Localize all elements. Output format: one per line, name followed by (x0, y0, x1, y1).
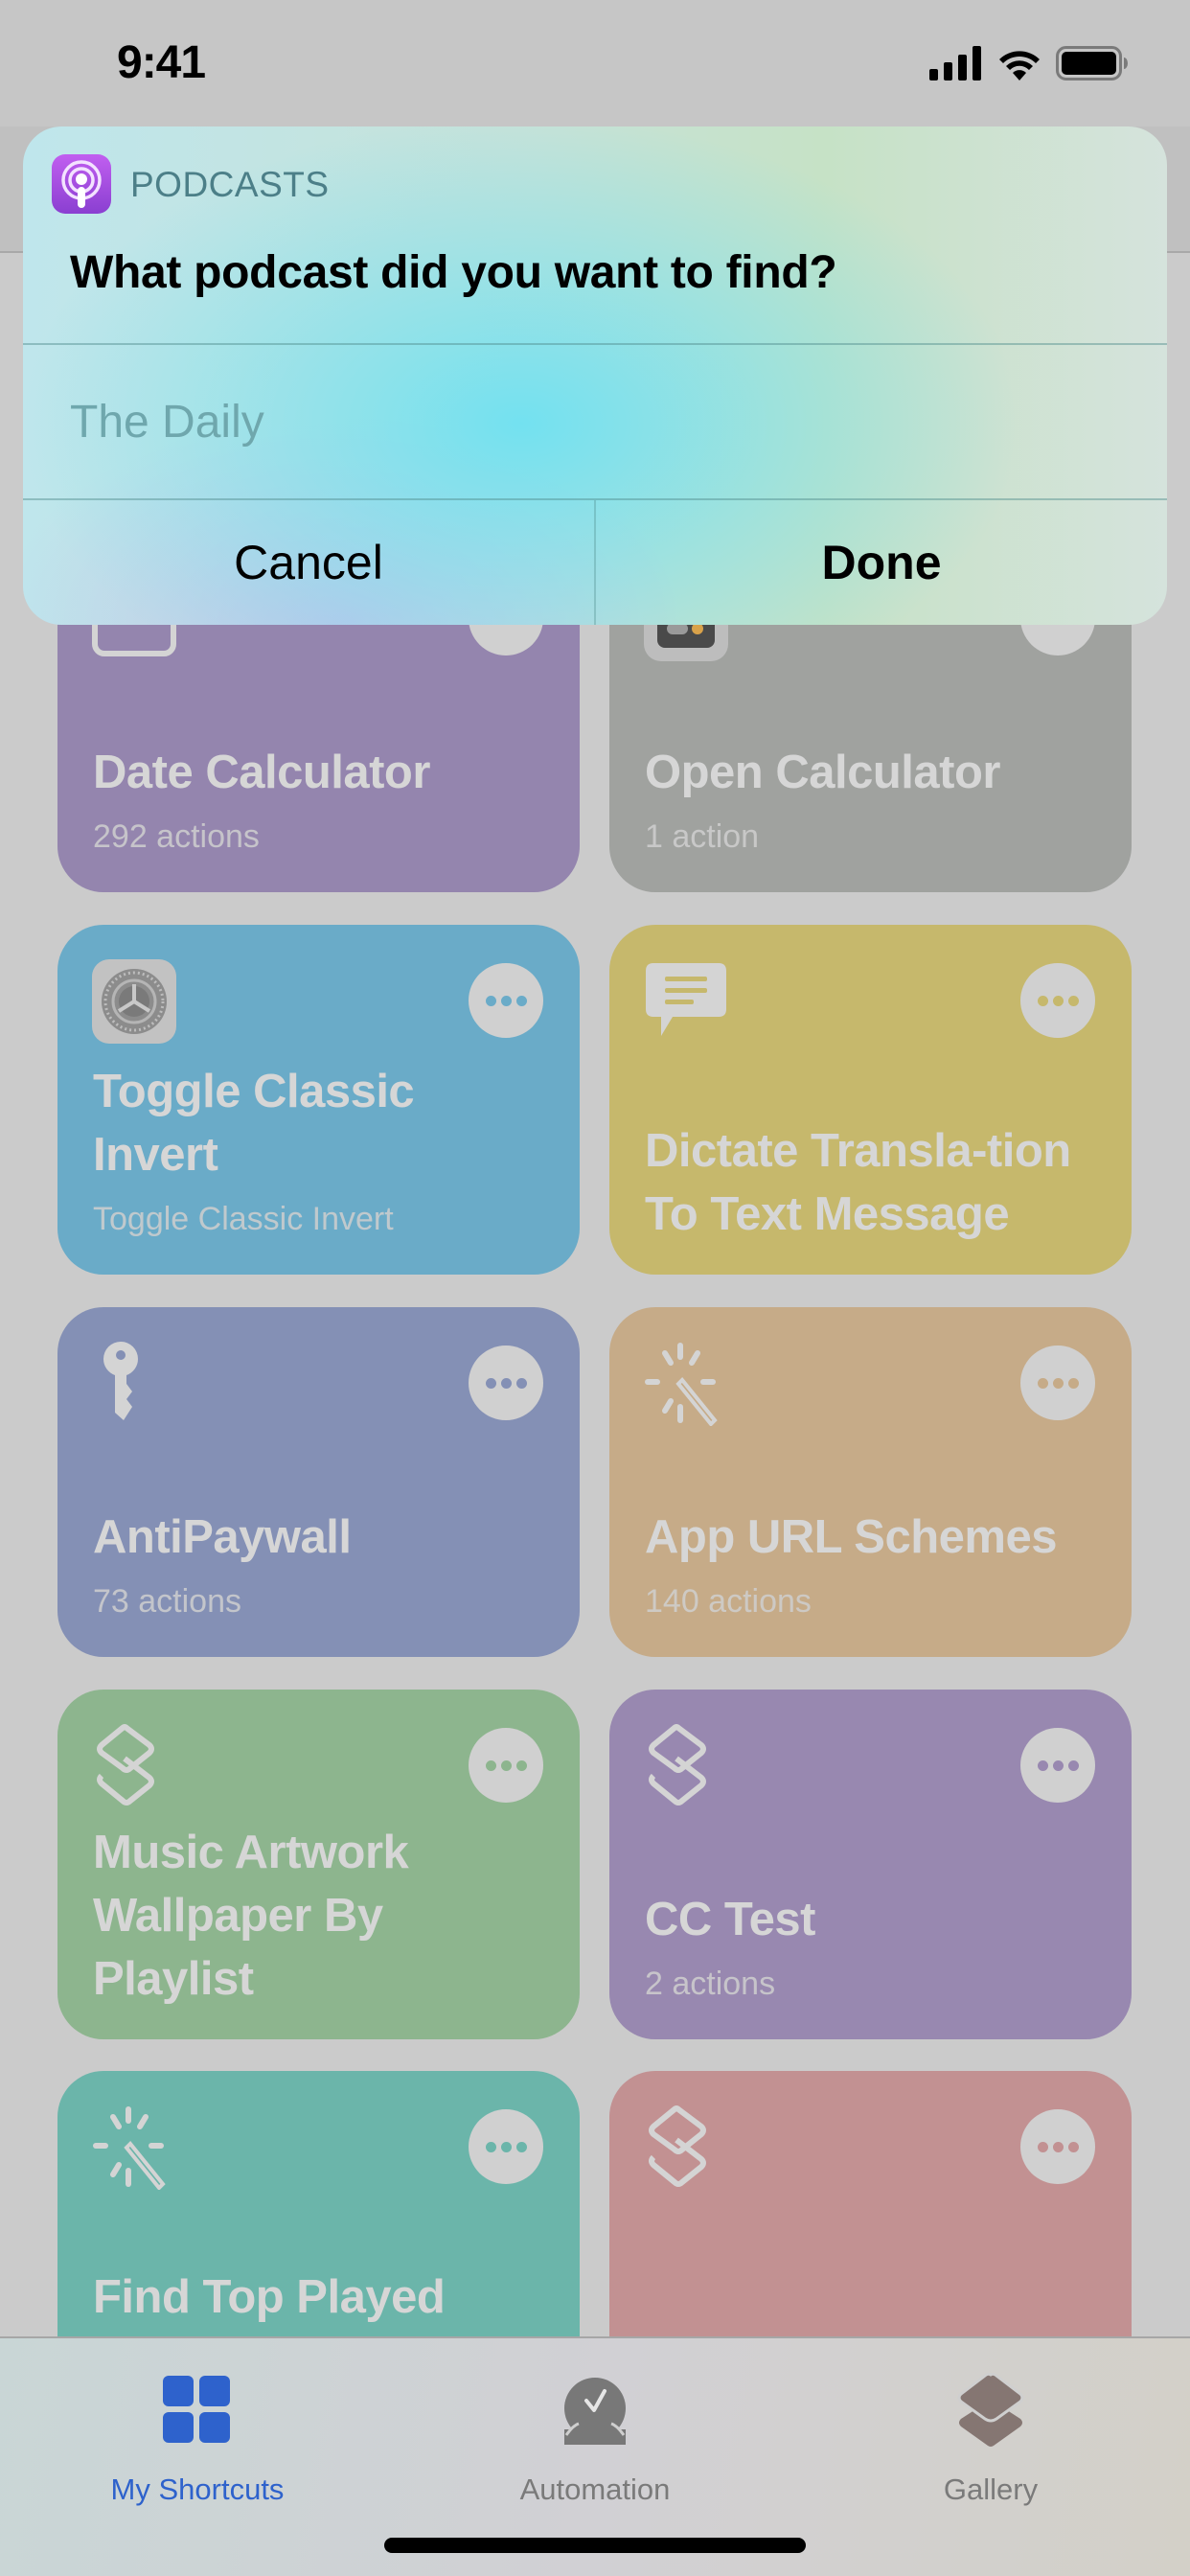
tab-label: Automation (519, 2472, 671, 2506)
magic-wand-icon (644, 1342, 728, 1427)
more-options-button[interactable] (469, 963, 543, 1038)
layers-icon (92, 1724, 176, 1808)
more-options-button[interactable] (1020, 2109, 1095, 2184)
ellipsis-dot-icon (1037, 1377, 1048, 1389)
shortcut-subtitle: 292 actions (93, 818, 260, 855)
home-indicator[interactable] (384, 2538, 806, 2553)
shortcut-subtitle: 2 actions (645, 1966, 776, 2002)
shortcut-title: AntiPaywall (93, 1511, 352, 1563)
shortcut-card[interactable]: AntiPaywall 73 actions (57, 1307, 580, 1657)
ellipsis-dot-icon (515, 1377, 527, 1389)
shortcut-card[interactable]: Toggle Classic Invert Toggle Classic Inve… (57, 925, 580, 1275)
shortcut-title: Open Calculator (645, 747, 1000, 798)
more-options-button[interactable] (1020, 963, 1095, 1038)
tab-gallery[interactable]: Gallery (866, 2358, 1115, 2507)
more-options-button[interactable] (469, 2109, 543, 2184)
ellipsis-dot-icon (500, 995, 512, 1006)
shortcut-card[interactable]: App URL Schemes 140 actions (609, 1307, 1132, 1657)
more-options-button[interactable] (1020, 1346, 1095, 1420)
cancel-button[interactable]: Cancel (23, 500, 594, 625)
ellipsis-dot-icon (1067, 1760, 1079, 1771)
layers-icon (644, 1724, 728, 1808)
shortcut-card[interactable]: Dictate Transla-tion To Text Message (609, 925, 1132, 1275)
layers-icon (644, 2105, 728, 2190)
ellipsis-dot-icon (515, 995, 527, 1006)
clock-check-icon (470, 2358, 720, 2463)
shortcut-card[interactable]: Music Artwork Wallpaper By Playlist (57, 1690, 580, 2039)
tab-my-shortcuts[interactable]: My Shortcuts (73, 2358, 322, 2507)
dialog-prompt: What podcast did you want to find? (70, 247, 837, 298)
ellipsis-dot-icon (1052, 1760, 1064, 1771)
ellipsis-dot-icon (500, 1377, 512, 1389)
tab-label: Gallery (943, 2472, 1039, 2506)
message-bubble-icon (644, 959, 728, 1044)
shortcut-subtitle: 140 actions (645, 1583, 812, 1620)
ellipsis-dot-icon (500, 1760, 512, 1771)
ellipsis-dot-icon (1037, 995, 1048, 1006)
shortcut-title: Date Calculator (93, 747, 430, 798)
done-button[interactable]: Done (596, 500, 1167, 625)
shortcut-subtitle: Toggle Classic Invert (93, 1201, 394, 1237)
shortcut-title: Toggle Classic Invert (93, 1066, 415, 1181)
shortcut-title: App URL Schemes (645, 1511, 1057, 1563)
siri-input-dialog: PODCASTS What podcast did you want to fi… (23, 126, 1167, 625)
ellipsis-dot-icon (1052, 995, 1064, 1006)
app-name: PODCASTS (130, 165, 330, 204)
key-icon (92, 1342, 176, 1426)
ellipsis-dot-icon (1052, 2141, 1064, 2152)
ellipsis-dot-icon (1052, 1377, 1064, 1389)
ellipsis-dot-icon (485, 2141, 496, 2152)
shortcut-subtitle: 1 action (645, 818, 760, 855)
ellipsis-dot-icon (500, 2141, 512, 2152)
shortcut-subtitle: 73 actions (93, 1583, 241, 1620)
more-options-button[interactable] (1020, 1728, 1095, 1803)
settings-gear-icon (92, 959, 176, 1044)
shortcut-title: Dictate Transla-tion To Text Message (645, 1125, 1071, 1240)
layers-icon (866, 2358, 1115, 2463)
shortcut-title: Music Artwork Wallpaper By Playlist (93, 1827, 409, 2005)
ellipsis-dot-icon (1067, 2141, 1079, 2152)
ellipsis-dot-icon (485, 995, 496, 1006)
tab-label: My Shortcuts (110, 2472, 285, 2506)
ellipsis-dot-icon (1067, 995, 1079, 1006)
more-options-button[interactable] (469, 1728, 543, 1803)
more-options-button[interactable] (469, 1346, 543, 1420)
podcasts-icon (52, 154, 111, 214)
ellipsis-dot-icon (485, 1377, 496, 1389)
grid-icon (73, 2358, 322, 2463)
ellipsis-dot-icon (485, 1760, 496, 1771)
shortcut-title: CC Test (645, 1894, 816, 1945)
ellipsis-dot-icon (1067, 1377, 1079, 1389)
ellipsis-dot-icon (1037, 2141, 1048, 2152)
tab-automation[interactable]: Automation (470, 2358, 720, 2507)
magic-wand-icon (92, 2105, 176, 2191)
ellipsis-dot-icon (1037, 1760, 1048, 1771)
podcast-search-input[interactable] (70, 345, 1129, 498)
shortcut-card[interactable]: CC Test 2 actions (609, 1690, 1132, 2039)
ellipsis-dot-icon (515, 1760, 527, 1771)
ellipsis-dot-icon (515, 2141, 527, 2152)
